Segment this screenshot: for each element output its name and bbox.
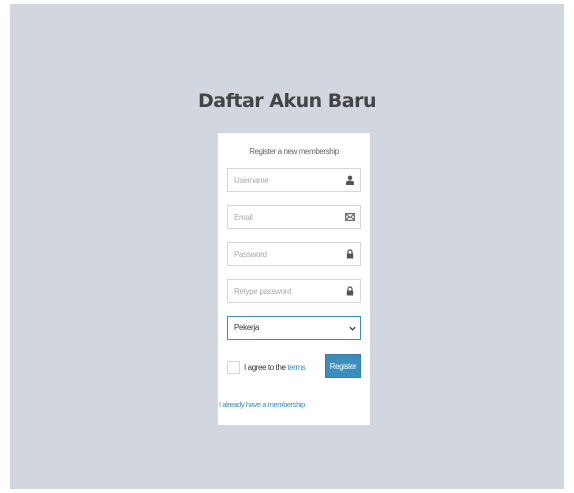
register-button[interactable]: Register [325,354,361,378]
register-box-message: Register a new membership [249,147,339,156]
agree-terms-checkbox[interactable] [227,360,240,374]
password-field [227,242,361,266]
chevron-down-icon [349,326,356,331]
page-title: Daftar Akun Baru [198,90,376,112]
password-input[interactable] [228,243,360,265]
register-box: Register a new membership Username Email… [218,133,370,425]
lock-icon [346,286,354,296]
username-input[interactable] [228,169,360,191]
agree-terms-text: I agree to the [244,362,288,372]
username-field [227,168,361,192]
email-input[interactable] [228,206,360,228]
email-field [227,205,361,229]
lock-icon [346,249,354,259]
agree-terms-label: I agree to the terms [244,362,306,372]
user-icon [346,175,354,185]
login-link[interactable]: I already have a membership [219,400,305,409]
agree-register-row: I agree to the terms Register [227,354,361,380]
page-background: Daftar Akun Baru Register a new membersh… [10,4,564,489]
envelope-icon [345,213,355,221]
role-select-value: Pekerja [234,323,260,332]
retype-password-field [227,279,361,303]
terms-link[interactable]: terms [287,363,305,372]
retype-password-input[interactable] [228,280,360,302]
agree-terms-group: I agree to the terms [227,360,306,374]
role-select[interactable]: Pekerja [227,316,361,340]
